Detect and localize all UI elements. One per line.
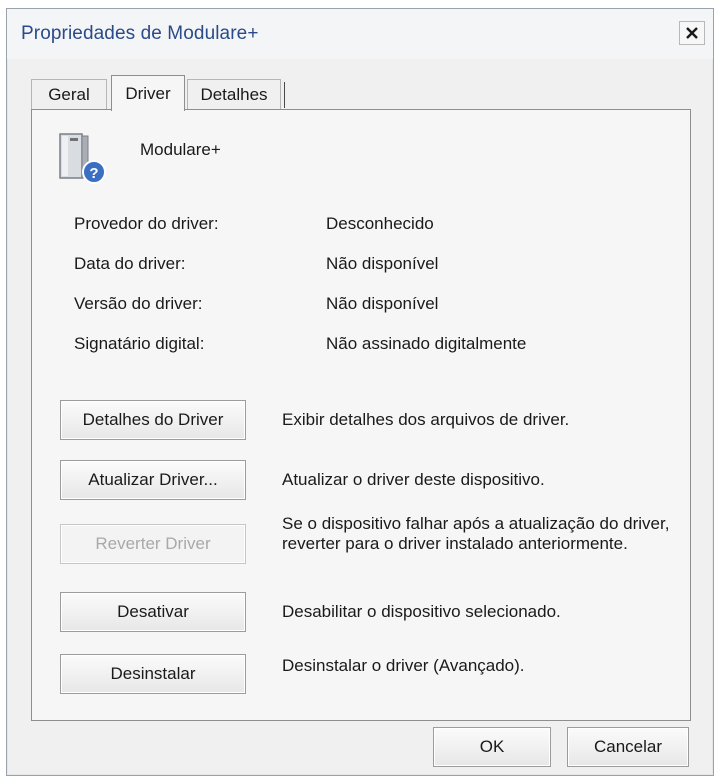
- cancel-button[interactable]: Cancelar: [567, 727, 689, 767]
- disable-device-description: Desabilitar o dispositivo selecionado.: [282, 602, 561, 621]
- signer-label: Signatário digital:: [74, 334, 205, 353]
- device-name: Modulare+: [140, 140, 221, 159]
- properties-dialog: Propriedades de Modulare+ Geral Driver D…: [6, 8, 714, 776]
- date-label: Data do driver:: [74, 254, 186, 273]
- uninstall-driver-description: Desinstalar o driver (Avançado).: [282, 656, 525, 675]
- signer-value: Não assinado digitalmente: [326, 334, 527, 353]
- close-icon: [686, 27, 698, 39]
- driver-details-description: Exibir detalhes dos arquivos de driver.: [282, 410, 570, 429]
- uninstall-driver-button[interactable]: Desinstalar: [60, 654, 246, 694]
- version-value: Não disponível: [326, 294, 439, 313]
- ok-button[interactable]: OK: [433, 727, 551, 767]
- disable-device-button[interactable]: Desativar: [60, 592, 246, 632]
- version-label: Versão do driver:: [74, 294, 203, 313]
- title-bar: Propriedades de Modulare+: [7, 9, 713, 59]
- roll-back-driver-description: Se o dispositivo falhar após a atualizaç…: [282, 514, 670, 553]
- unknown-device-icon: ?: [59, 133, 106, 184]
- update-driver-description: Atualizar o driver deste dispositivo.: [282, 470, 545, 489]
- tab-geral[interactable]: Geral: [31, 79, 107, 109]
- driver-details-button[interactable]: Detalhes do Driver: [60, 400, 246, 440]
- tab-detalhes[interactable]: Detalhes: [187, 79, 285, 109]
- provider-value: Desconhecido: [326, 214, 434, 233]
- roll-back-driver-button[interactable]: Reverter Driver: [60, 524, 246, 564]
- window-title: Propriedades de Modulare+: [21, 23, 259, 44]
- provider-label: Provedor do driver:: [74, 214, 219, 233]
- date-value: Não disponível: [326, 254, 439, 273]
- svg-text:?: ?: [89, 165, 98, 182]
- close-button[interactable]: [679, 21, 705, 45]
- update-driver-button[interactable]: Atualizar Driver...: [60, 460, 246, 500]
- driver-tab-panel: ? Modulare+ Provedor do driver: Desconhe…: [31, 109, 691, 721]
- tab-driver[interactable]: Driver: [111, 75, 185, 111]
